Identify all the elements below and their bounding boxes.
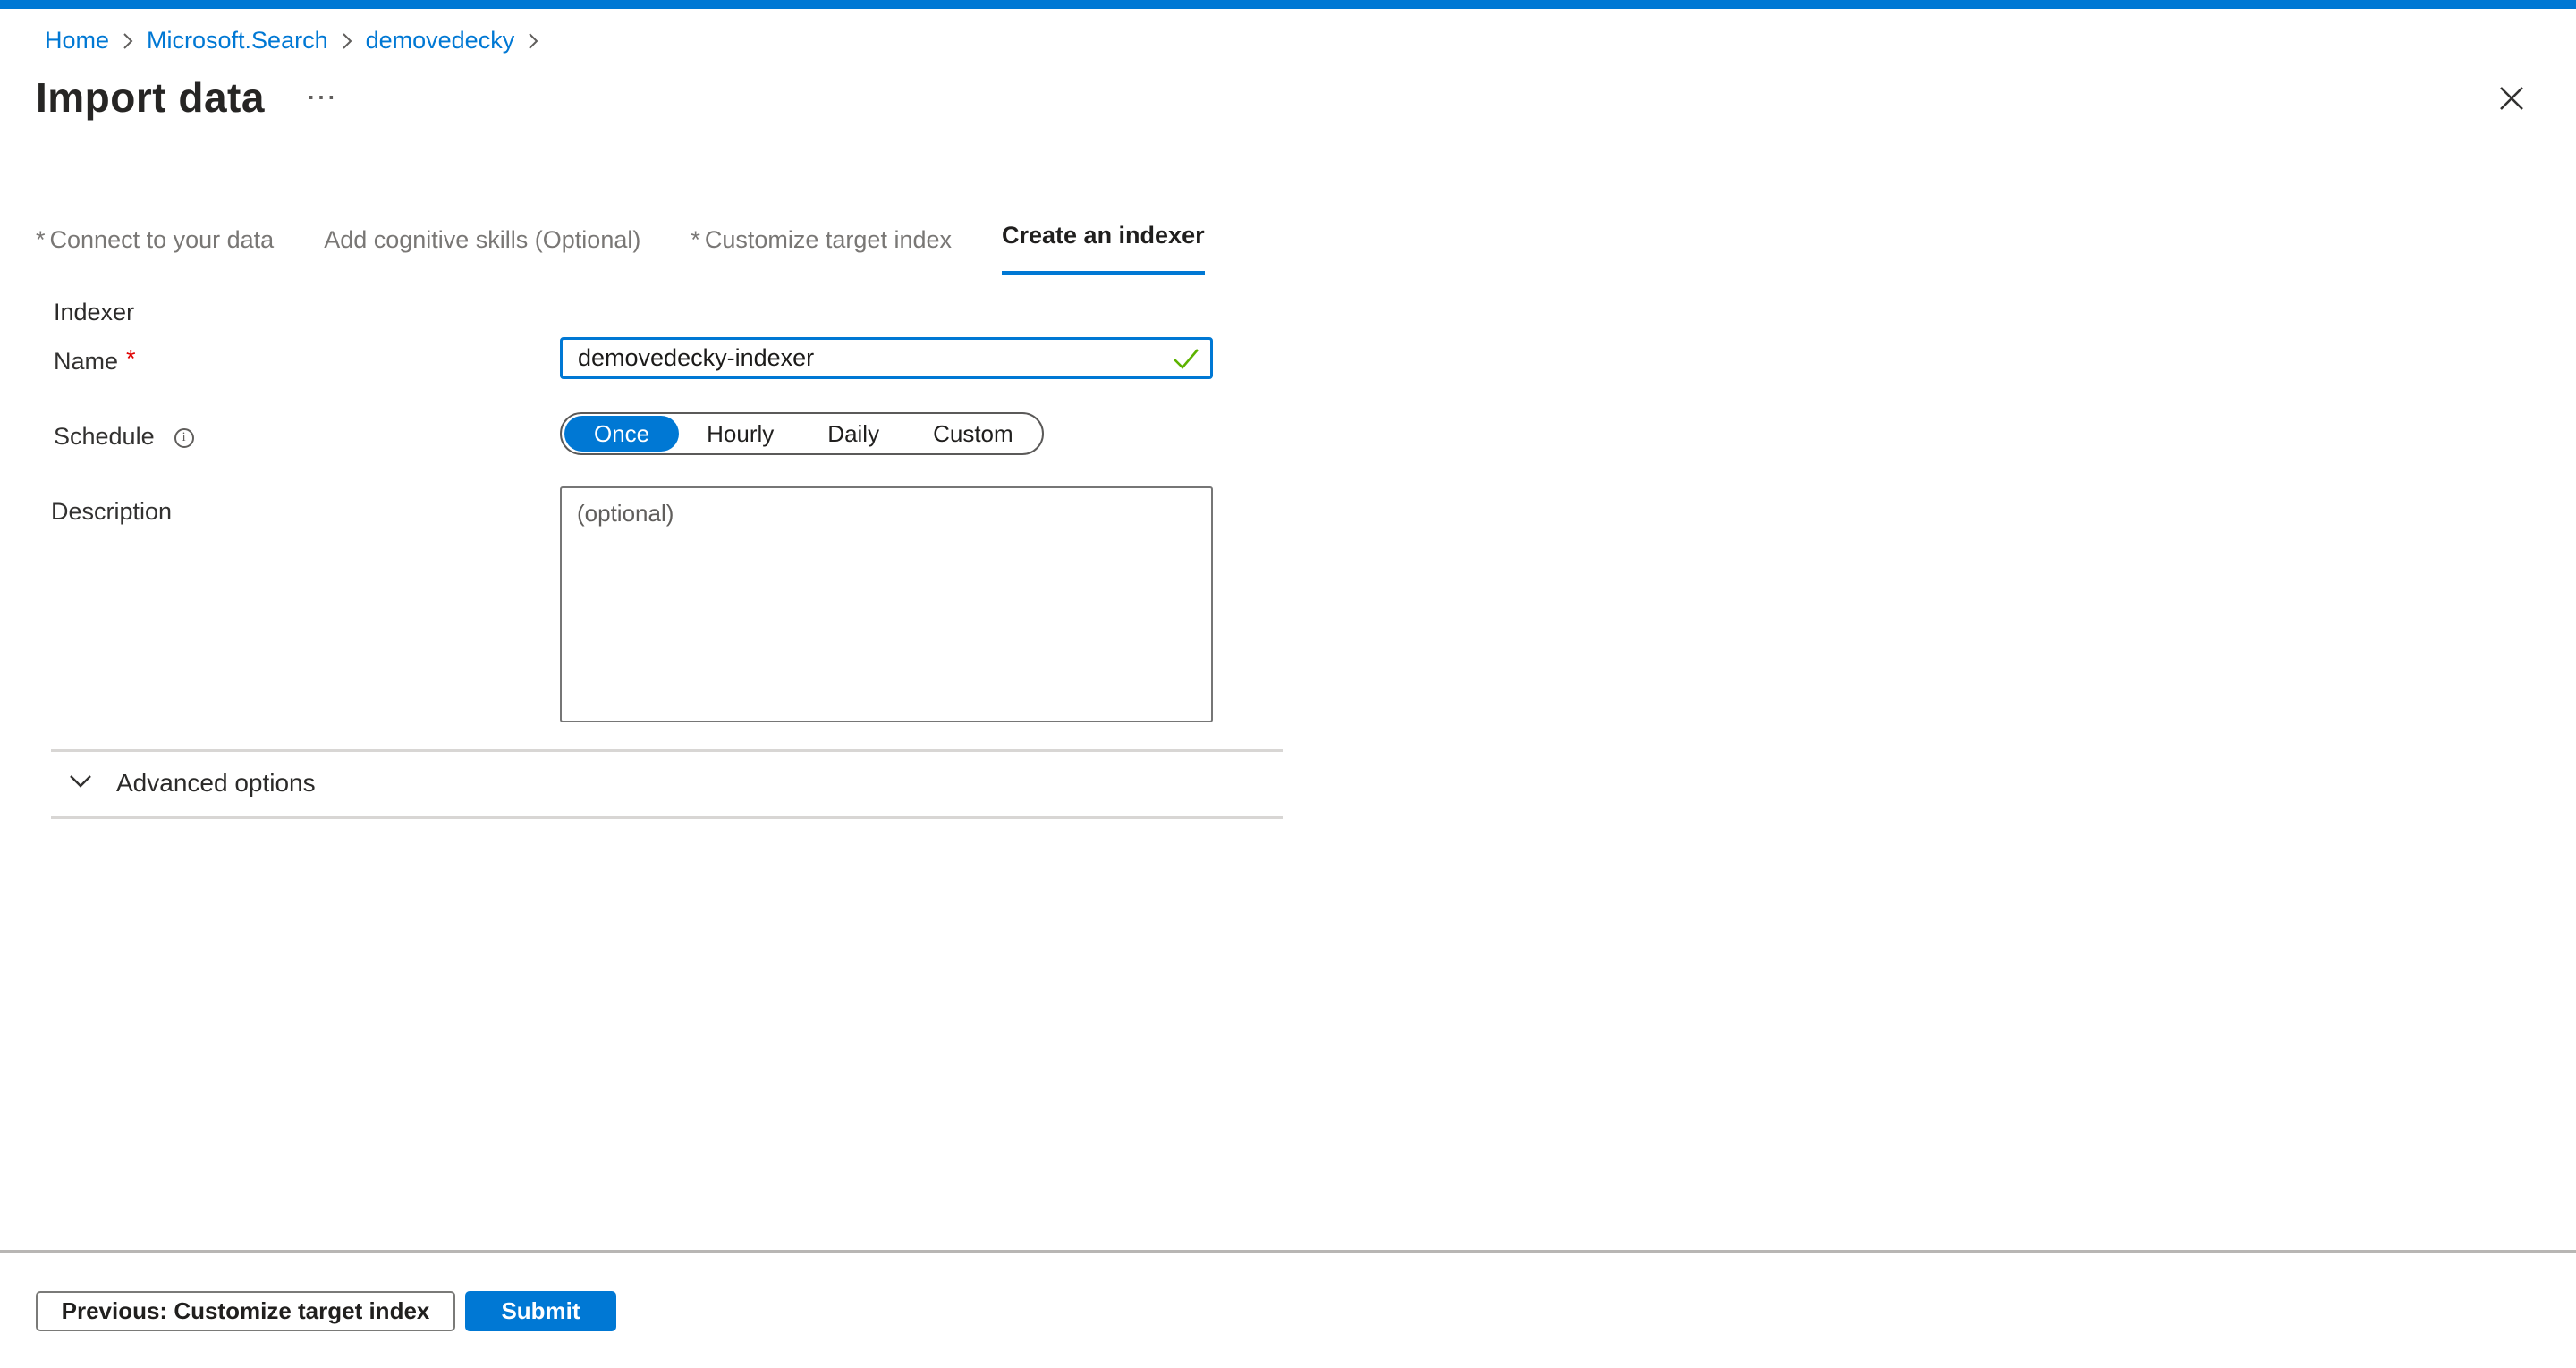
required-asterisk: * xyxy=(126,345,136,373)
name-label-text: Name xyxy=(54,348,118,376)
more-options-icon[interactable]: ⋯ xyxy=(306,82,338,113)
schedule-option-custom[interactable]: Custom xyxy=(906,416,1040,452)
description-textarea[interactable] xyxy=(560,486,1213,722)
breadcrumb-resource-link[interactable]: demovedecky xyxy=(366,27,515,55)
schedule-option-daily[interactable]: Daily xyxy=(801,416,906,452)
tab-label: Add cognitive skills (Optional) xyxy=(324,226,640,253)
tab-label: Connect to your data xyxy=(50,226,275,253)
chevron-right-icon xyxy=(122,30,134,52)
schedule-option-once[interactable]: Once xyxy=(564,416,679,452)
schedule-field-label: Schedule i xyxy=(54,423,194,451)
import-data-blade: Home Microsoft.Search demovedecky Import… xyxy=(0,0,2576,1368)
tab-add-cognitive-skills[interactable]: Add cognitive skills (Optional) xyxy=(324,226,640,275)
chevron-down-icon xyxy=(68,773,93,794)
valid-check-icon xyxy=(1172,345,1200,376)
close-button[interactable] xyxy=(2496,84,2528,116)
chevron-right-icon xyxy=(341,30,353,52)
info-icon[interactable]: i xyxy=(174,428,194,448)
breadcrumb-home-link[interactable]: Home xyxy=(45,27,109,55)
schedule-segmented-control: Once Hourly Daily Custom xyxy=(560,412,1044,455)
tab-customize-target-index[interactable]: *Customize target index xyxy=(691,226,952,275)
previous-step-button[interactable]: Previous: Customize target index xyxy=(36,1291,455,1331)
page-title: Import data xyxy=(36,73,265,122)
divider xyxy=(51,749,1283,752)
name-field-label: Name * xyxy=(54,348,136,376)
schedule-option-hourly[interactable]: Hourly xyxy=(680,416,801,452)
breadcrumb: Home Microsoft.Search demovedecky xyxy=(45,27,552,55)
tab-label: Create an indexer xyxy=(1002,222,1205,249)
azure-top-bar xyxy=(0,0,2576,9)
advanced-options-label: Advanced options xyxy=(116,769,316,798)
tab-label: Customize target index xyxy=(705,226,952,253)
breadcrumb-service-link[interactable]: Microsoft.Search xyxy=(147,27,328,55)
indexer-name-input[interactable] xyxy=(560,337,1213,379)
schedule-label-text: Schedule xyxy=(54,423,155,451)
submit-button[interactable]: Submit xyxy=(465,1291,616,1331)
tab-create-an-indexer[interactable]: Create an indexer xyxy=(1002,222,1205,275)
indexer-section-title: Indexer xyxy=(54,299,134,326)
advanced-options-toggle[interactable]: Advanced options xyxy=(68,769,316,798)
description-label-text: Description xyxy=(51,498,172,526)
tab-required-marker: * xyxy=(36,226,46,253)
footer-separator xyxy=(0,1250,2576,1253)
chevron-right-icon xyxy=(527,30,539,52)
description-field-label: Description xyxy=(51,498,172,526)
tab-required-marker: * xyxy=(691,226,700,253)
tab-connect-to-your-data[interactable]: *Connect to your data xyxy=(36,226,274,275)
wizard-tabs: *Connect to your data Add cognitive skil… xyxy=(36,222,1205,275)
close-icon xyxy=(2498,85,2525,116)
divider xyxy=(51,816,1283,819)
